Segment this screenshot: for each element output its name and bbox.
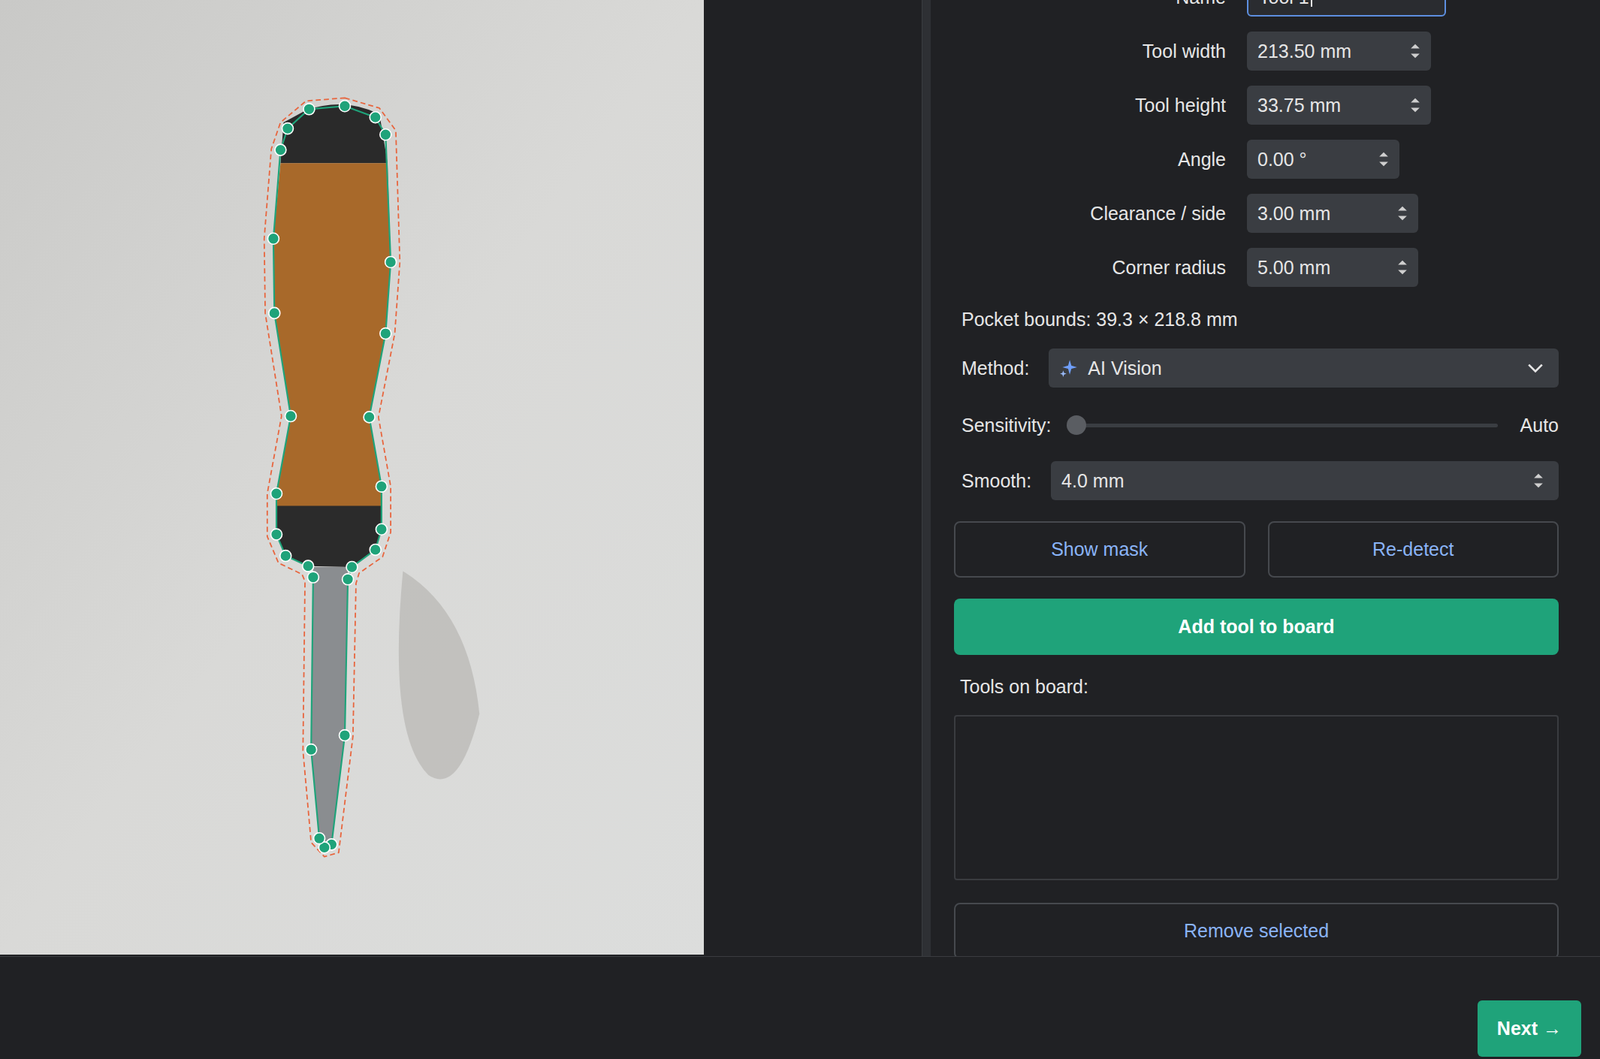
control-point[interactable] bbox=[380, 328, 392, 340]
add-tool-button[interactable]: Add tool to board bbox=[953, 598, 1559, 656]
field-row: Corner radius 5.00 mm bbox=[953, 247, 1559, 287]
spin-arrows-icon[interactable] bbox=[1397, 204, 1408, 223]
spin-arrows-icon[interactable] bbox=[1378, 150, 1389, 169]
next-button[interactable]: Next → bbox=[1477, 1000, 1582, 1057]
chevron-down-icon bbox=[1527, 362, 1544, 374]
number-input[interactable]: 33.75 mm bbox=[1246, 85, 1431, 125]
text-caret bbox=[1310, 0, 1313, 7]
control-point[interactable] bbox=[339, 100, 351, 112]
smooth-input[interactable]: 4.0 mm bbox=[1050, 461, 1559, 501]
field-label: Tool width bbox=[953, 40, 1226, 63]
control-point[interactable] bbox=[380, 129, 392, 141]
field-row: Tool height 33.75 mm bbox=[953, 85, 1559, 125]
control-point[interactable] bbox=[305, 744, 317, 756]
name-row: Name Tool 1 bbox=[953, 0, 1559, 17]
smooth-label: Smooth: bbox=[961, 470, 1032, 493]
field-label: Corner radius bbox=[953, 256, 1226, 279]
image-viewer bbox=[0, 0, 922, 957]
control-point[interactable] bbox=[271, 528, 283, 541]
field-row: Clearance / side 3.00 mm bbox=[953, 193, 1559, 233]
control-point[interactable] bbox=[302, 560, 314, 572]
control-point[interactable] bbox=[281, 123, 293, 135]
smooth-row: Smooth: 4.0 mm bbox=[961, 461, 1559, 501]
tool-outline[interactable] bbox=[273, 105, 391, 848]
pocket-bounds: Pocket bounds: 39.3 × 218.8 mm bbox=[961, 306, 1559, 333]
spin-arrows-icon[interactable] bbox=[1409, 96, 1421, 115]
spin-arrows-icon[interactable] bbox=[1533, 471, 1544, 490]
mask-buttons: Show mask Re-detect bbox=[953, 521, 1559, 578]
tool-photo[interactable] bbox=[0, 0, 704, 955]
remove-selected-button[interactable]: Remove selected bbox=[953, 902, 1559, 957]
control-point[interactable] bbox=[375, 523, 387, 535]
control-point[interactable] bbox=[346, 561, 358, 574]
sensitivity-label: Sensitivity: bbox=[961, 414, 1051, 437]
control-point[interactable] bbox=[369, 111, 381, 124]
bottom-bar: Next → bbox=[0, 956, 1600, 1059]
field-row: Tool width 213.50 mm bbox=[953, 31, 1559, 71]
slider-thumb[interactable] bbox=[1066, 415, 1087, 435]
control-point[interactable] bbox=[375, 480, 387, 493]
sparkle-icon bbox=[1059, 358, 1079, 378]
field-row: Angle 0.00 ° bbox=[953, 139, 1559, 179]
control-point[interactable] bbox=[274, 144, 287, 156]
method-label: Method: bbox=[961, 357, 1030, 380]
number-input[interactable]: 5.00 mm bbox=[1246, 247, 1419, 287]
name-input[interactable]: Tool 1 bbox=[1246, 0, 1447, 17]
name-label: Name bbox=[953, 0, 1226, 9]
field-label: Tool height bbox=[953, 94, 1226, 117]
field-label: Angle bbox=[953, 148, 1226, 171]
control-point[interactable] bbox=[268, 307, 281, 319]
tools-list[interactable] bbox=[953, 715, 1559, 881]
number-input[interactable]: 3.00 mm bbox=[1246, 193, 1419, 233]
control-point[interactable] bbox=[385, 256, 397, 269]
control-point[interactable] bbox=[339, 730, 351, 742]
control-point[interactable] bbox=[285, 410, 297, 423]
control-point[interactable] bbox=[342, 573, 354, 586]
control-point[interactable] bbox=[280, 550, 292, 562]
number-input[interactable]: 0.00 ° bbox=[1246, 139, 1400, 179]
secondary-button[interactable]: Show mask bbox=[953, 521, 1246, 578]
control-point[interactable] bbox=[267, 232, 279, 245]
panel-splitter[interactable] bbox=[921, 0, 931, 957]
clearance-outline bbox=[264, 97, 401, 857]
method-row: Method: AI Vision bbox=[961, 348, 1559, 388]
control-point[interactable] bbox=[307, 571, 319, 583]
secondary-button[interactable]: Re-detect bbox=[1267, 521, 1560, 578]
main-area: Name Tool 1 Tool width 213.50 mm Tool height… bbox=[0, 0, 1600, 957]
sensitivity-slider[interactable] bbox=[1076, 413, 1498, 437]
control-point[interactable] bbox=[303, 103, 315, 115]
number-input[interactable]: 213.50 mm bbox=[1246, 31, 1431, 71]
spin-arrows-icon[interactable] bbox=[1397, 258, 1408, 277]
sensitivity-row: Sensitivity: Auto bbox=[961, 405, 1559, 445]
app-window: Name Tool 1 Tool width 213.50 mm Tool height… bbox=[0, 0, 1600, 1059]
tools-list-label: Tools on board: bbox=[960, 676, 1559, 702]
settings-panel: Name Tool 1 Tool width 213.50 mm Tool height… bbox=[930, 0, 1600, 957]
field-label: Clearance / side bbox=[953, 202, 1226, 225]
sensitivity-reading: Auto bbox=[1520, 414, 1559, 437]
method-select[interactable]: AI Vision bbox=[1048, 348, 1559, 388]
spin-arrows-icon[interactable] bbox=[1409, 42, 1421, 61]
slider-track bbox=[1076, 423, 1498, 428]
control-point[interactable] bbox=[363, 411, 375, 423]
control-point[interactable] bbox=[313, 833, 326, 845]
control-point[interactable] bbox=[271, 488, 283, 500]
control-point[interactable] bbox=[369, 543, 381, 556]
